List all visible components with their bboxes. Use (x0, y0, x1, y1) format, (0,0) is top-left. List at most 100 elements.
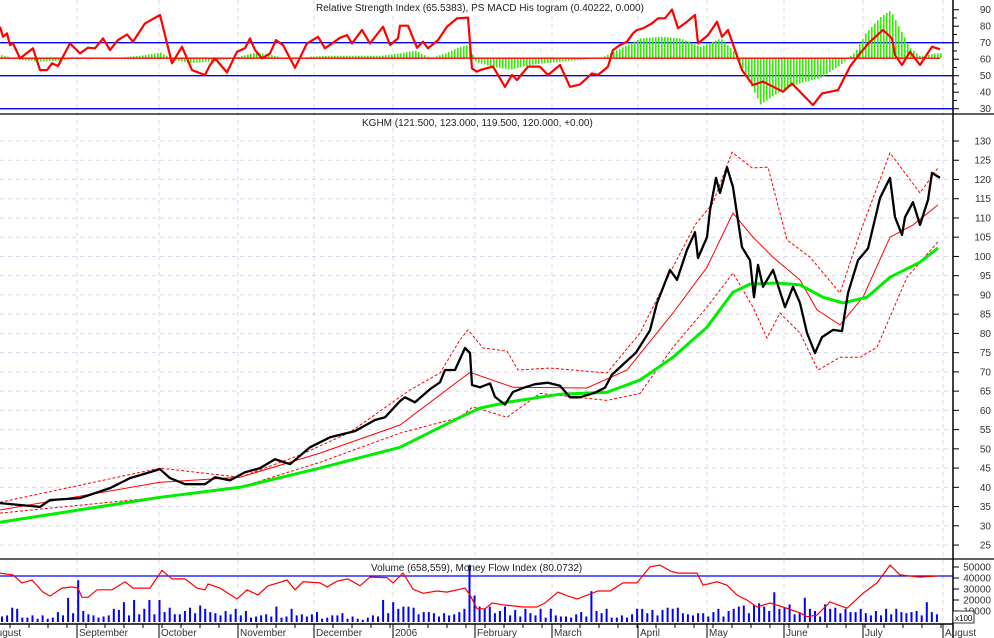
price-axis-label: 45 (980, 464, 992, 475)
volume-bar (432, 613, 435, 622)
volume-bar (900, 612, 903, 622)
macd-histogram-bar (445, 53, 447, 59)
volume-bar (849, 612, 852, 622)
macd-histogram-bar (727, 45, 729, 59)
macd-histogram-bar (784, 58, 786, 90)
macd-histogram-bar (643, 38, 645, 59)
volume-bar (422, 612, 425, 622)
macd-histogram-bar (937, 53, 939, 59)
volume-bar (77, 580, 80, 622)
volume-bar (565, 616, 567, 622)
volume-bar (737, 606, 740, 622)
volume-bar (392, 602, 395, 622)
price-axis-label: 90 (980, 290, 992, 301)
volume-bar (656, 615, 659, 622)
lower-band-line (0, 241, 939, 514)
volume-bar (651, 609, 654, 622)
macd-histogram-bar (757, 58, 759, 99)
volume-bar (580, 612, 583, 622)
macd-histogram-bar (490, 58, 492, 67)
macd-histogram-bar (730, 48, 732, 59)
macd-histogram-bar (250, 53, 252, 59)
volume-bar (458, 612, 461, 622)
volume-bar (189, 607, 191, 622)
price-axis-label: 30 (980, 521, 992, 532)
volume-bar (138, 614, 141, 622)
macd-histogram-bar (154, 53, 156, 59)
macd-histogram-bar (799, 58, 801, 84)
macd-histogram-bar (196, 58, 198, 63)
volume-bar (31, 615, 34, 622)
volume-bar (26, 617, 29, 622)
volume-bar (814, 611, 816, 622)
macd-histogram-bar (721, 39, 723, 59)
macd-histogram-bar (253, 52, 255, 59)
macd-histogram-bar (640, 38, 642, 59)
volume-bar (148, 600, 151, 622)
volume-bar (829, 608, 832, 622)
volume-bar (295, 615, 298, 622)
macd-histogram-bar (526, 58, 528, 66)
volume-bar (615, 617, 618, 622)
macd-histogram-bar (505, 58, 507, 69)
x-month-label: March (554, 628, 582, 638)
macd-histogram-bar (778, 58, 780, 93)
volume-bar (336, 615, 339, 622)
volume-bar (549, 608, 552, 622)
macd-histogram-bar (634, 41, 636, 59)
volume-bar (310, 614, 313, 622)
volume-bar (788, 604, 791, 622)
volume-bar (864, 613, 867, 622)
macd-histogram-bar (934, 53, 936, 59)
upper-band-line (0, 151, 939, 503)
volume-bar (163, 612, 166, 622)
volume-bar (366, 617, 369, 622)
macd-histogram-bar (547, 58, 549, 63)
volume-bar (509, 615, 512, 622)
volume-bar (890, 614, 893, 622)
volume-bar (102, 616, 105, 622)
volume-bar (280, 617, 283, 622)
volume-bar (199, 605, 202, 622)
volume-bar (112, 608, 115, 622)
volume-bar (925, 602, 928, 622)
volume-bar (859, 608, 862, 622)
volume-bar (529, 613, 532, 622)
macd-histogram-bar (700, 46, 702, 59)
volume-bar (402, 606, 405, 622)
volume-bar (793, 614, 796, 622)
volume-bar (239, 615, 242, 622)
macd-histogram-bar (685, 40, 687, 59)
macd-histogram-bar (544, 58, 546, 64)
macd-histogram-bar (193, 58, 195, 63)
macd-histogram-bar (616, 50, 618, 59)
volume-bar (1, 616, 3, 622)
macd-histogram-bar (904, 37, 906, 59)
volume-bar (448, 615, 451, 622)
volume-panel-title: Volume (658,559), Money Flow Index (80.0… (371, 563, 582, 574)
volume-bar (697, 613, 700, 622)
volume-bar (514, 609, 517, 622)
price-axis-label: 100 (974, 252, 991, 263)
volume-bar (676, 607, 679, 622)
macd-histogram-bar (655, 37, 657, 59)
rsi-panel-title: Relative Strength Index (65.5383), PS MA… (316, 3, 644, 14)
macd-histogram-bar (916, 53, 918, 59)
x-month-label: 2006 (395, 628, 418, 638)
volume-bar (417, 614, 420, 622)
volume-bar (600, 613, 603, 622)
macd-histogram-bar (814, 58, 816, 80)
macd-histogram-bar (754, 58, 756, 93)
volume-bar (300, 614, 303, 622)
volume-bar (620, 615, 623, 622)
volume-bar (178, 614, 181, 622)
macd-histogram-bar (631, 42, 633, 59)
volume-bar (250, 617, 252, 622)
macd-histogram-bar (532, 58, 534, 65)
volume-axis-label: 30000 (963, 585, 991, 596)
rsi-axis-label: 90 (980, 5, 992, 16)
volume-bar (753, 605, 755, 622)
volume-bar (6, 615, 9, 622)
macd-histogram-bar (781, 58, 783, 91)
volume-bar (671, 608, 674, 622)
